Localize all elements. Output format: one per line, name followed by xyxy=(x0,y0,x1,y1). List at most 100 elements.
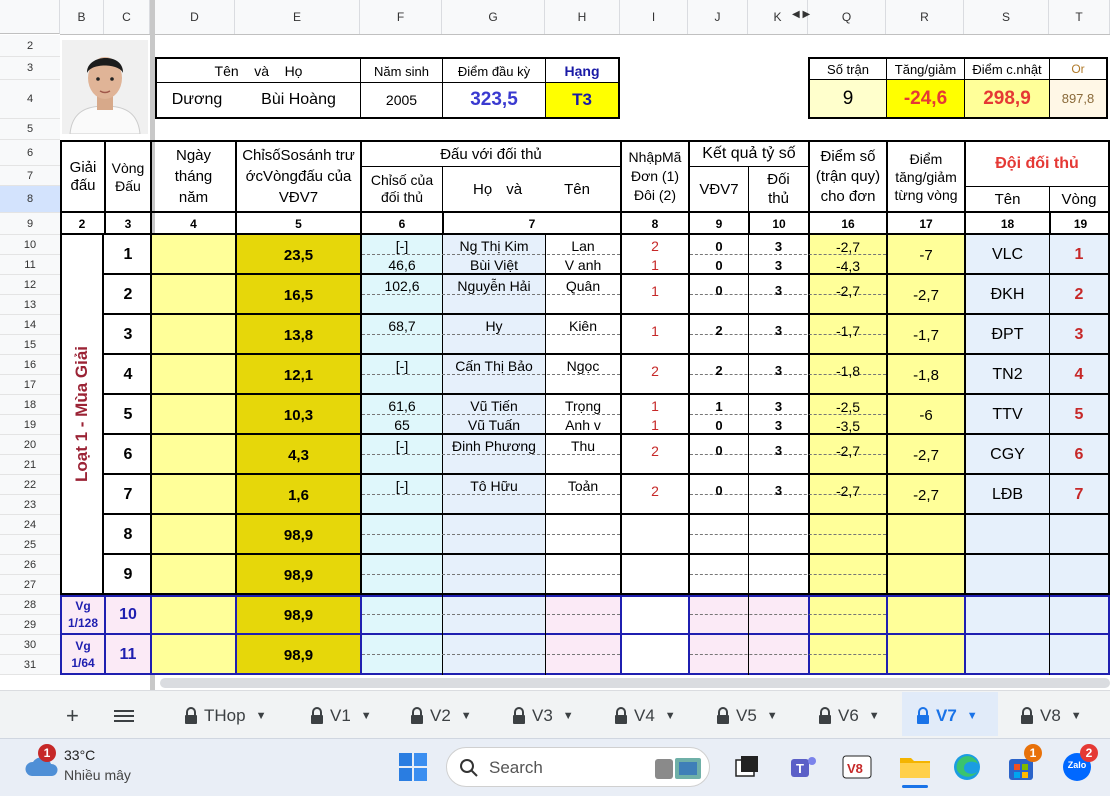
opponent-lastname[interactable]: Đinh Phương xyxy=(443,436,545,455)
chevron-down-icon[interactable]: ▼ xyxy=(767,710,778,722)
match-points[interactable]: -2,5 xyxy=(810,397,886,416)
round-index[interactable]: 4,3 xyxy=(237,435,360,475)
opponent-team[interactable]: LĐB xyxy=(966,475,1049,515)
row-header-7[interactable]: 7 xyxy=(0,166,60,186)
column-header-R[interactable]: R xyxy=(886,0,964,34)
sheet-tab-v5[interactable]: V5 ▼ xyxy=(716,700,778,732)
teams-button[interactable]: T xyxy=(788,752,818,782)
match-points[interactable]: -1,7 xyxy=(810,321,886,340)
score-opponent[interactable]: 3 xyxy=(749,397,808,416)
score-player[interactable]: 0 xyxy=(690,481,748,500)
row-header-2[interactable]: 2 xyxy=(0,35,60,57)
opponent-lastname[interactable]: Ng Thị Kim xyxy=(443,236,545,255)
match-type-code[interactable]: 2 xyxy=(622,481,688,500)
sheet-tab-v7[interactable]: V7 ▼ xyxy=(916,700,978,732)
opponent-team-round[interactable] xyxy=(1050,635,1108,675)
round-date[interactable] xyxy=(152,435,235,475)
column-header-D[interactable]: D xyxy=(155,0,235,34)
row-header-25[interactable]: 25 xyxy=(0,535,60,555)
round-change[interactable]: -7 xyxy=(888,235,964,275)
match-type-code[interactable]: 2 xyxy=(622,361,688,380)
opponent-team-round[interactable] xyxy=(1050,515,1108,555)
chevron-down-icon[interactable]: ▼ xyxy=(967,710,978,722)
row-header-24[interactable]: 24 xyxy=(0,515,60,535)
score-opponent[interactable]: 3 xyxy=(749,481,808,500)
opponent-lastname[interactable]: Vũ Tiến xyxy=(443,396,545,415)
row-header-3[interactable]: 3 xyxy=(0,57,60,80)
round-giai[interactable]: Vg 1/128 xyxy=(62,597,104,633)
row-header-20[interactable]: 20 xyxy=(0,435,60,455)
round-date[interactable] xyxy=(152,555,235,595)
row-header-8[interactable]: 8 xyxy=(0,186,60,213)
row-header-9[interactable]: 9 xyxy=(0,213,60,235)
round-date[interactable] xyxy=(152,315,235,355)
opponent-lastname[interactable]: Bùi Việt xyxy=(443,255,545,274)
chevron-down-icon[interactable]: ▼ xyxy=(361,710,372,722)
edge-button[interactable] xyxy=(952,752,982,782)
row-header-10[interactable]: 10 xyxy=(0,235,60,255)
round-date[interactable] xyxy=(152,475,235,515)
row-header-18[interactable]: 18 xyxy=(0,395,60,415)
opponent-team[interactable]: ĐKH xyxy=(966,275,1049,315)
round-change[interactable]: -1,8 xyxy=(888,355,964,395)
opponent-team-round[interactable]: 2 xyxy=(1050,275,1108,315)
row-header-4[interactable]: 4 xyxy=(0,80,60,119)
row-header-23[interactable]: 23 xyxy=(0,495,60,515)
opponent-team[interactable]: ĐPT xyxy=(966,315,1049,355)
score-opponent[interactable]: 3 xyxy=(749,416,808,435)
row-header-22[interactable]: 22 xyxy=(0,475,60,495)
round-index[interactable]: 98,9 xyxy=(237,515,360,555)
opponent-team[interactable] xyxy=(966,635,1049,675)
opponent-team-round[interactable] xyxy=(1050,555,1108,595)
round-index[interactable]: 98,9 xyxy=(237,555,360,595)
sheet-tab-v8[interactable]: V8 ▼ xyxy=(1020,700,1082,732)
round-date[interactable] xyxy=(152,235,235,275)
opponent-team[interactable]: CGY xyxy=(966,435,1049,475)
chevron-down-icon[interactable]: ▼ xyxy=(665,710,676,722)
opponent-lastname[interactable]: Hy xyxy=(443,316,545,335)
file-explorer-button[interactable] xyxy=(898,752,932,788)
round-index[interactable]: 16,5 xyxy=(237,275,360,315)
column-header-C[interactable]: C xyxy=(104,0,150,34)
opponent-team-round[interactable]: 3 xyxy=(1050,315,1108,355)
opponent-firstname[interactable]: V anh xyxy=(546,255,620,274)
row-header-5[interactable]: 5 xyxy=(0,119,60,140)
match-type-code[interactable]: 1 xyxy=(622,255,688,274)
round-change[interactable]: -2,7 xyxy=(888,435,964,475)
match-points[interactable]: -2,7 xyxy=(810,481,886,500)
opponent-index[interactable]: [-] xyxy=(362,236,442,255)
opponent-index[interactable]: 65 xyxy=(362,415,442,434)
match-type-code[interactable]: 1 xyxy=(622,321,688,340)
score-player[interactable]: 0 xyxy=(690,281,748,300)
row-header-19[interactable]: 19 xyxy=(0,415,60,435)
match-points[interactable]: -2,7 xyxy=(810,237,886,256)
opponent-firstname[interactable]: Ngọc xyxy=(546,356,620,375)
chevron-down-icon[interactable]: ▼ xyxy=(869,710,880,722)
sheet-tab-v4[interactable]: V4 ▼ xyxy=(614,700,676,732)
opponent-team[interactable]: TN2 xyxy=(966,355,1049,395)
row-header-6[interactable]: 6 xyxy=(0,140,60,166)
row-header-30[interactable]: 30 xyxy=(0,635,60,655)
row-header-31[interactable]: 31 xyxy=(0,655,60,675)
opponent-team-round[interactable]: 5 xyxy=(1050,395,1108,435)
add-sheet-button[interactable]: + xyxy=(66,700,79,732)
opponent-firstname[interactable]: Toản xyxy=(546,476,620,495)
opponent-firstname[interactable]: Kiên xyxy=(546,316,620,335)
round-number[interactable]: 11 xyxy=(106,635,150,675)
opponent-team-round[interactable]: 4 xyxy=(1050,355,1108,395)
sheet-tab-v3[interactable]: V3 ▼ xyxy=(512,700,574,732)
row-header-26[interactable]: 26 xyxy=(0,555,60,575)
or-cell[interactable]: 897,8 xyxy=(1049,80,1106,117)
round-change[interactable] xyxy=(888,515,964,555)
column-header-F[interactable]: F xyxy=(360,0,442,34)
opponent-team-round[interactable]: 1 xyxy=(1050,235,1108,275)
round-index[interactable]: 98,9 xyxy=(237,635,360,675)
sheet-tab-v2[interactable]: V2 ▼ xyxy=(410,700,472,732)
opponent-lastname[interactable]: Tô Hữu xyxy=(443,476,545,495)
match-count-cell[interactable]: 9 xyxy=(810,80,886,117)
round-change[interactable]: -1,7 xyxy=(888,315,964,355)
opponent-index[interactable]: 46,6 xyxy=(362,255,442,274)
rank-cell[interactable]: T3 xyxy=(545,83,618,117)
app-v8-button[interactable]: V8 xyxy=(842,752,872,782)
round-number[interactable]: 6 xyxy=(106,435,150,475)
